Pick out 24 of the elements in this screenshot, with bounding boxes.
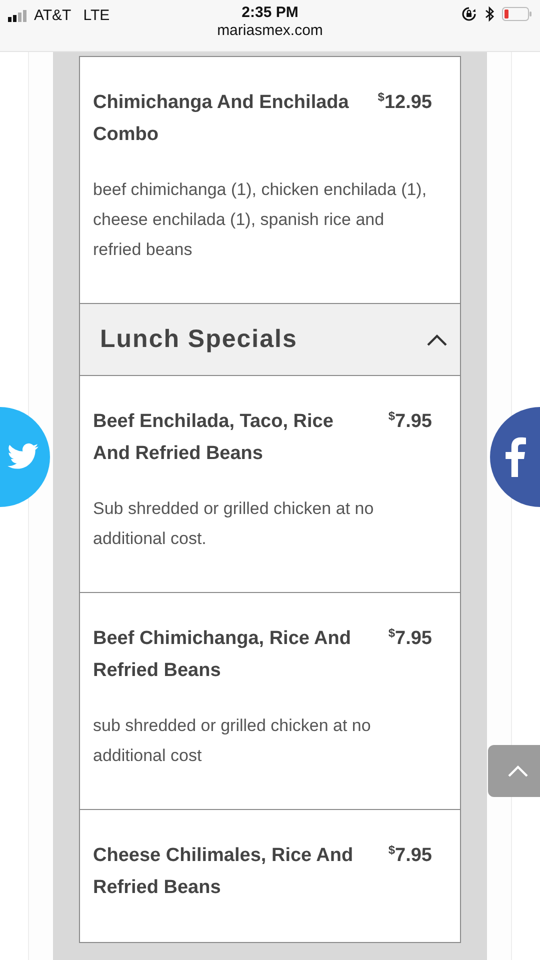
item-description: sub shredded or grilled chicken at no additional cost (93, 715, 372, 767)
item-price: $^{$}$7.95 (388, 842, 432, 868)
item-price: $^{$}$12.95 (378, 89, 432, 115)
bluetooth-icon (485, 6, 494, 22)
page-url: mariasmex.com (217, 22, 323, 39)
section-header[interactable]: Lunch Specials (80, 304, 460, 376)
item-description: Sub shredded or grilled chicken at no additional cost. (93, 498, 375, 550)
item-price: $^{$}$7.95 (388, 408, 432, 434)
item-price: $^{$}$7.95 (388, 625, 432, 651)
battery-icon (502, 7, 532, 21)
rotation-lock-icon (461, 6, 477, 22)
bird-icon (6, 443, 40, 471)
chevron-up-icon (507, 765, 529, 777)
item-name: Beef Chimichanga, Rice And Refried Beans (93, 627, 352, 683)
chevron-up-icon (426, 334, 448, 346)
item-name: Chimichanga And Enchilada Combo (93, 91, 350, 147)
item-name: Cheese Chilimales, Rice And Refried Beans (93, 844, 354, 900)
facebook-f-icon (504, 437, 526, 477)
item-description: beef chimichanga (1), chicken enchilada (1), cheese enchilada (1), spanish rice and refried beans (93, 179, 428, 261)
carrier-text: AT&T (34, 6, 72, 26)
network-text: LTE (83, 6, 110, 26)
item-name: Beef Enchilada, Taco, Rice And Refried Beans (93, 410, 334, 466)
scroll-to-top-button[interactable] (488, 745, 540, 797)
status-time: 2:35 PM (242, 4, 298, 21)
